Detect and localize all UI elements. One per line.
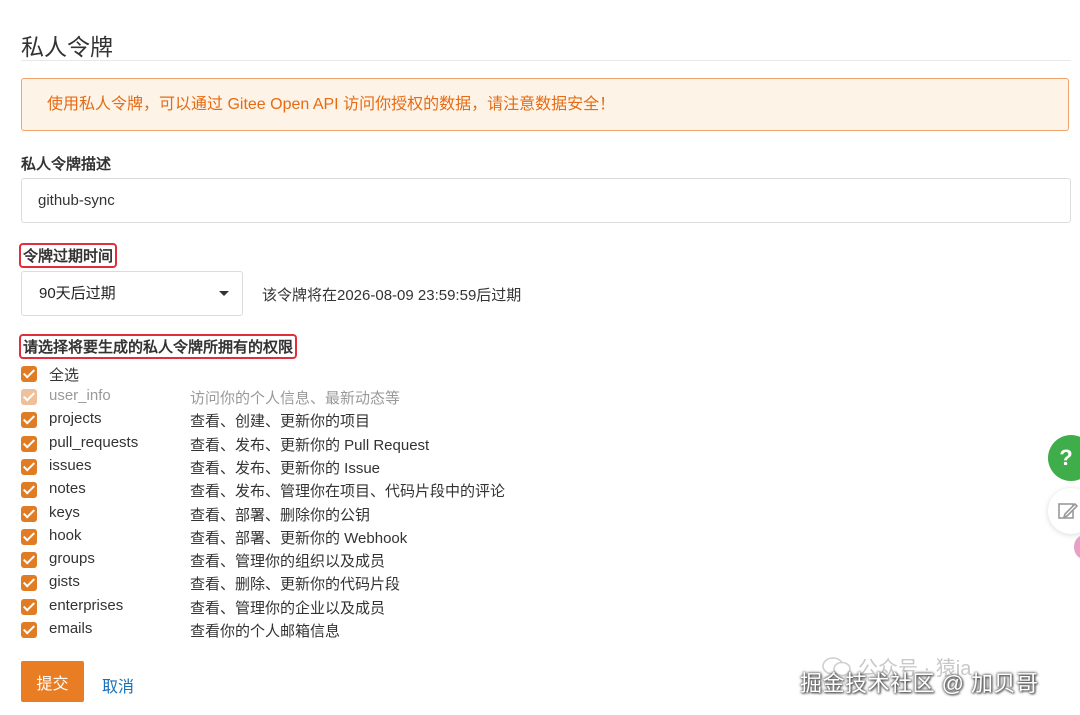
permission-description: 查看、发布、管理你在项目、代码片段中的评论	[190, 483, 506, 501]
expiry-select[interactable]: 90天后过期	[21, 271, 243, 316]
select-all-row: 全选	[21, 363, 621, 385]
submit-button[interactable]: 提交	[21, 661, 84, 702]
description-input[interactable]	[21, 178, 1071, 223]
permission-checkbox[interactable]	[21, 458, 37, 475]
permission-name: projects	[49, 410, 102, 428]
private-token-page: 私人令牌 使用私人令牌，可以通过 Gitee Open API 访问你授权的数据…	[0, 0, 1080, 715]
page-title: 私人令牌	[21, 34, 113, 60]
select-all-label: 全选	[49, 367, 80, 384]
cancel-link[interactable]: 取消	[102, 673, 134, 697]
side-widget[interactable]	[1074, 535, 1080, 559]
permission-checkbox[interactable]	[21, 575, 37, 592]
question-icon: ?	[1059, 445, 1073, 470]
permission-description: 查看、删除、更新你的代码片段	[190, 576, 401, 594]
permission-name: pull_requests	[49, 433, 139, 451]
expiry-label: 令牌过期时间	[19, 243, 118, 268]
permission-row: notes 查看、发布、管理你在项目、代码片段中的评论	[21, 479, 621, 501]
permission-checkbox[interactable]	[21, 552, 37, 569]
feedback-button[interactable]	[1048, 488, 1080, 534]
permission-description: 查看你的个人邮箱信息	[190, 623, 341, 640]
security-alert: 使用私人令牌，可以通过 Gitee Open API 访问你授权的数据，请注意数…	[21, 78, 1069, 131]
caret-down-icon	[219, 291, 229, 296]
expiry-selected-value: 90天后过期	[39, 285, 116, 302]
permission-name: hook	[49, 526, 82, 544]
permission-description: 查看、发布、更新你的 Issue	[190, 459, 381, 477]
permission-row: hook 查看、部署、更新你的 Webhook	[21, 526, 621, 548]
permission-row: projects 查看、创建、更新你的项目	[21, 409, 621, 431]
permission-row: enterprises 查看、管理你的企业以及成员	[21, 596, 621, 618]
permission-checkbox[interactable]	[21, 505, 37, 522]
permission-name: groups	[49, 550, 95, 568]
description-label: 私人令牌描述	[21, 156, 112, 173]
permission-description: 查看、管理你的组织以及成员	[190, 553, 386, 571]
permission-checkbox[interactable]	[21, 622, 37, 638]
permission-description: 查看、部署、删除你的公钥	[190, 506, 371, 524]
permission-name: issues	[49, 456, 92, 474]
permission-row: user_info 访问你的个人信息、最新动态等	[21, 386, 621, 408]
permission-checkbox[interactable]	[21, 412, 37, 429]
permission-row: keys 查看、部署、删除你的公钥	[21, 503, 621, 525]
permission-name: keys	[49, 503, 80, 521]
select-all-checkbox[interactable]	[21, 366, 37, 382]
permission-name: gists	[49, 573, 80, 591]
title-divider	[21, 60, 1071, 61]
permission-description: 查看、管理你的企业以及成员	[190, 599, 386, 617]
credit-watermark: 掘金技术社区 @ 加贝哥	[800, 671, 1039, 696]
permission-row: emails 查看你的个人邮箱信息	[21, 619, 621, 641]
permission-row: pull_requests 查看、发布、更新你的 Pull Request	[21, 433, 621, 455]
permission-checkbox[interactable]	[21, 528, 37, 545]
help-button[interactable]: ?	[1048, 435, 1080, 481]
permission-name: emails	[49, 620, 93, 637]
permission-name: enterprises	[49, 596, 124, 614]
permission-checkbox[interactable]	[21, 598, 37, 615]
permission-description: 查看、部署、更新你的 Webhook	[190, 529, 408, 547]
permissions-label: 请选择将要生成的私人令牌所拥有的权限	[19, 334, 298, 359]
permission-description: 访问你的个人信息、最新动态等	[190, 390, 401, 407]
expiry-note: 该令牌将在2026-08-09 23:59:59后过期	[262, 287, 522, 304]
permission-checkbox	[21, 389, 37, 405]
permission-row: issues 查看、发布、更新你的 Issue	[21, 456, 621, 478]
permission-row: gists 查看、删除、更新你的代码片段	[21, 572, 621, 594]
permission-name: notes	[49, 480, 86, 498]
permission-row: groups 查看、管理你的组织以及成员	[21, 549, 621, 571]
permission-description: 查看、创建、更新你的项目	[190, 413, 371, 431]
permission-checkbox[interactable]	[21, 435, 37, 452]
permission-checkbox[interactable]	[21, 482, 37, 499]
permission-description: 查看、发布、更新你的 Pull Request	[190, 436, 430, 454]
permission-name: user_info	[49, 387, 111, 404]
edit-icon	[1058, 502, 1079, 519]
